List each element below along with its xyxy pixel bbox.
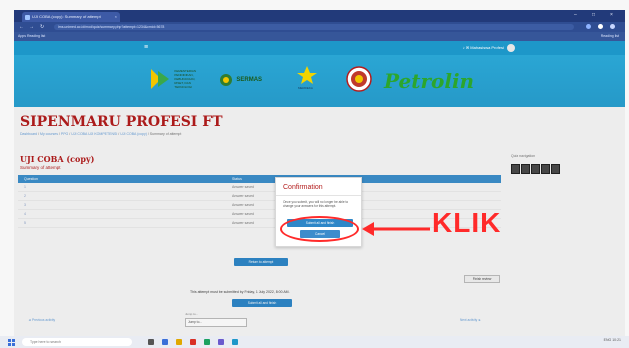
browser-tab[interactable]: UJI COBA (copy): Summary of attempt × — [22, 12, 120, 22]
screenshot-photo: UJI COBA (copy): Summary of attempt × – … — [0, 0, 629, 348]
merdeka-logo-text: MERDEKA — [298, 86, 313, 90]
user-menu[interactable]: ♪ ✉ Mahasiswa Profesi — [463, 44, 515, 52]
menu-dots-icon[interactable] — [610, 24, 615, 29]
dialog-divider — [276, 195, 361, 196]
chrome-icon[interactable] — [190, 339, 196, 345]
merdeka-star-icon — [297, 66, 317, 84]
tab-title: UJI COBA (copy): Summary of attempt — [32, 14, 101, 19]
edge-icon[interactable] — [162, 339, 168, 345]
user-name: Mahasiswa Profesi — [470, 45, 504, 51]
sermas-logo-text: SERMAS — [236, 77, 263, 83]
bell-icon[interactable]: ♪ — [463, 45, 465, 50]
forward-icon[interactable]: → — [29, 24, 34, 30]
browser-tab-bar: UJI COBA (copy): Summary of attempt × – … — [14, 10, 625, 22]
taskbar-search-input[interactable]: Type here to search — [22, 338, 132, 346]
merdeka-logo: MERDEKA — [296, 65, 318, 90]
sermas-mark-icon — [220, 74, 232, 86]
app-icon[interactable] — [204, 339, 210, 345]
tab-favicon-icon — [25, 15, 30, 20]
hamburger-menu-icon[interactable]: ≡ — [144, 44, 148, 51]
site-banner: KEMENTERIAN PENDIDIKAN, KEBUDAYAAN, RISE… — [14, 55, 625, 107]
reading-list-link[interactable]: Reading list — [601, 33, 619, 40]
os-taskbar: Type here to search ENG 10:21 — [0, 336, 629, 348]
app-icon[interactable] — [218, 339, 224, 345]
windows-start-icon[interactable] — [8, 339, 15, 346]
pointer-arrow-icon — [362, 222, 430, 236]
file-explorer-icon[interactable] — [176, 339, 182, 345]
bookmark-apps[interactable]: Apps Reading list — [18, 33, 45, 40]
maximize-icon[interactable]: □ — [592, 12, 595, 18]
chat-icon[interactable]: ✉ — [466, 45, 469, 50]
task-view-icon[interactable] — [148, 339, 154, 345]
url-input[interactable]: lms.unimed.ac.id/mod/quiz/summary.php?at… — [54, 24, 574, 30]
extension-icon[interactable] — [586, 24, 591, 29]
university-seal-logo — [346, 65, 372, 95]
avatar — [507, 44, 515, 52]
close-window-icon[interactable]: × — [610, 12, 613, 18]
dialog-title: Confirmation — [283, 184, 323, 191]
site-top-bar: ≡ ♪ ✉ Mahasiswa Profesi — [14, 41, 625, 55]
dialog-message: Once you submit, you will no longer be a… — [283, 200, 349, 208]
back-icon[interactable]: ← — [19, 24, 24, 30]
petrolin-logo: Petrolin — [384, 69, 475, 93]
kampus-merdeka-logo: KEMENTERIAN PENDIDIKAN, KEBUDAYAAN, RISE… — [149, 67, 202, 91]
klik-annotation: KLIK — [432, 207, 502, 238]
ministry-logo-text: KEMENTERIAN PENDIDIKAN, KEBUDAYAAN, RISE… — [174, 69, 197, 89]
tab-close-icon[interactable]: × — [115, 12, 117, 22]
sermas-logo: SERMAS — [219, 73, 262, 87]
reload-icon[interactable]: ↻ — [40, 24, 44, 30]
university-seal-icon — [346, 66, 372, 92]
address-bar-row: ← → ↻ lms.unimed.ac.id/mod/quiz/summary.… — [14, 22, 625, 32]
kampus-merdeka-mark-icon — [151, 69, 169, 89]
bookmarks-bar: Apps Reading list Reading list — [14, 32, 625, 41]
profile-icon[interactable] — [598, 24, 603, 29]
app-icon[interactable] — [232, 339, 238, 345]
highlight-oval — [280, 216, 359, 242]
minimize-icon[interactable]: – — [574, 12, 577, 18]
system-tray-clock[interactable]: ENG 10:21 — [604, 338, 621, 342]
